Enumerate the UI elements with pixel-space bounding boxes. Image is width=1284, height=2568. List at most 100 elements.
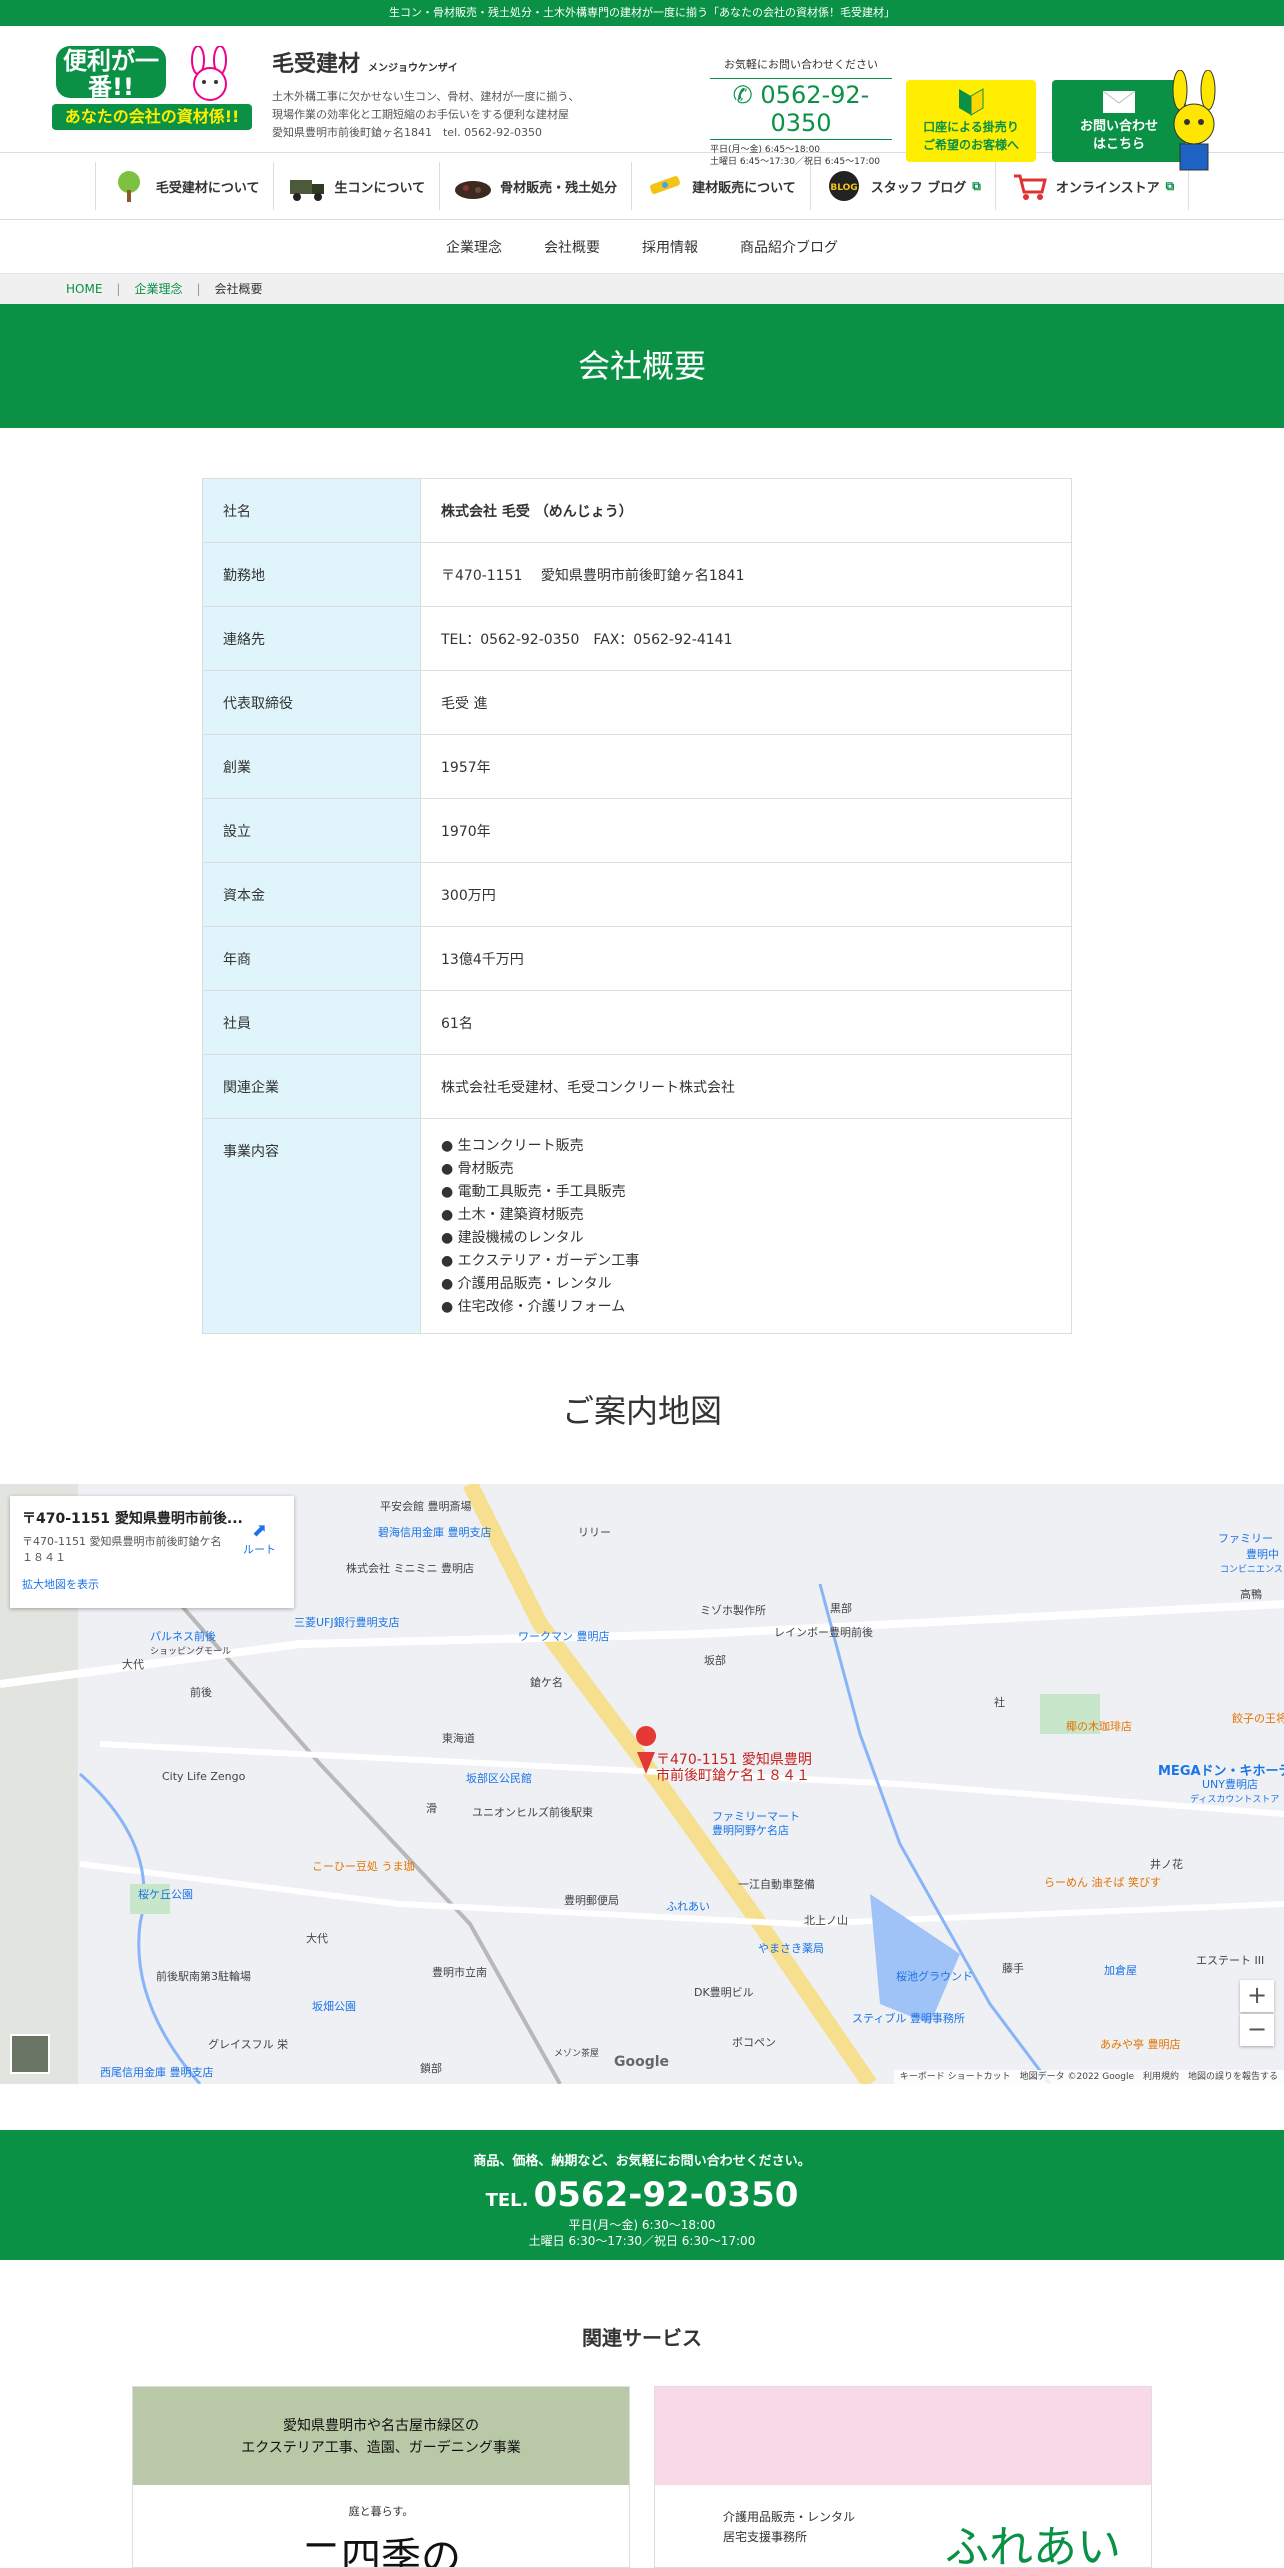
map-enlarge-link[interactable]: 拡大地図を表示 [22, 1576, 282, 1592]
card1-banner-line1: 愛知県豊明市や名古屋市緑区の [283, 2418, 479, 2434]
map-label: あみや亭 豊明店 [1100, 2038, 1181, 2051]
header-hours-1: 平日(月〜金) 6:45〜18:00 [710, 145, 821, 155]
table-row: 年商 13億4千万円 [202, 926, 1072, 991]
company-info-table: 社名 株式会社 毛受 （めんじょう） 勤務地 〒470-1151 愛知県豊明市前後町… [202, 478, 1072, 1334]
row-value: 毛受 進 [420, 670, 1072, 735]
map-label: ショッピングモール [150, 1647, 232, 1657]
gravel-icon [455, 181, 492, 199]
row-value: 1970年 [420, 798, 1072, 863]
table-row: 社名 株式会社 毛受 （めんじょう） [202, 478, 1072, 543]
nav-about[interactable]: 毛受建材について [94, 162, 275, 210]
nav-staff-blog[interactable]: BLOG スタッフ ブログ ⧉ [811, 162, 996, 210]
breadcrumb-home[interactable]: HOME [66, 282, 102, 296]
map-label: 北上ノ山 [804, 1914, 848, 1927]
row-value: 株式会社毛受建材、毛受コンクリート株式会社 [420, 1054, 1072, 1119]
row-label: 社員 [202, 990, 421, 1055]
map-attribution[interactable]: キーボード ショートカット 地図データ ©2022 Google 利用規約 地図… [893, 2070, 1284, 2084]
map-label: 鎗ケ名 [530, 1676, 563, 1689]
nav-aggregate[interactable]: 骨材販売・残土処分 [440, 162, 633, 210]
business-list: ● 生コンクリート販売 ● 骨材販売 ● 電動工具販売・手工具販売 ● 土木・建… [420, 1118, 1072, 1334]
nav-staff-blog-label: スタッフ ブログ [870, 180, 967, 196]
map-label: レインボー豊明前後 [774, 1626, 873, 1639]
header-hours-2: 土曜日 6:45〜17:30／祝日 6:45〜17:00 [710, 157, 881, 167]
svg-text:BLOG: BLOG [830, 183, 857, 193]
map-label: 前後 [190, 1686, 212, 1699]
logo-line1: 便利が一番!! [56, 46, 166, 100]
card1-banner-line2: エクステリア工事、造園、ガーデニング事業 [241, 2440, 521, 2456]
breadcrumb-parent[interactable]: 企業理念 [134, 282, 182, 296]
breadcrumb-separator: | [116, 282, 121, 296]
nav-ready-mix[interactable]: 生コンについて [274, 162, 441, 210]
account-sales-button[interactable]: 口座による掛売り ご希望のお客様へ [906, 80, 1036, 162]
brand-desc-2: 現場作業の効率化と工期短縮のお手伝いをする便利な建材屋 [272, 108, 569, 121]
header-contact: お気軽にお問い合わせください ✆ 0562-92-0350 平日(月〜金) 6:… [710, 56, 892, 168]
subnav-company-profile[interactable]: 会社概要 [544, 237, 600, 257]
table-row: 勤務地 〒470-1151 愛知県豊明市前後町鎗ヶ名1841 [202, 542, 1072, 607]
sub-navigation: 企業理念 会社概要 採用情報 商品紹介ブログ [0, 220, 1284, 274]
map-label: 坂部区公民館 [466, 1772, 532, 1785]
rabbit-character-icon [1172, 70, 1216, 171]
cta-tel-prefix: TEL. [485, 2190, 529, 2211]
cta-tel[interactable]: TEL. 0562-92-0350 [0, 2175, 1284, 2215]
nav-ready-mix-label: 生コンについて [334, 180, 426, 196]
contact-caption: お気軽にお問い合わせください [724, 58, 878, 71]
beginner-mark-icon [959, 88, 984, 116]
map-label: ふれあい [666, 1900, 710, 1913]
row-value: 13億4千万円 [420, 926, 1072, 991]
map-label: 株式会社 ミニミニ 豊明店 [346, 1562, 474, 1575]
map-label: 大代 [306, 1932, 328, 1945]
map-label: スティブル 豊明事務所 [852, 2012, 965, 2025]
phone-icon: ✆ [732, 81, 753, 109]
google-map[interactable]: 〒470-1151 愛知県豊明市前後... 〒470-1151 愛知県豊明市前後… [0, 1484, 1284, 2084]
map-satellite-toggle[interactable] [10, 2034, 50, 2074]
map-label: DK豊明ビル [694, 1986, 754, 1999]
map-route-button[interactable]: ⬈ ルート [243, 1520, 276, 1557]
site-logo[interactable]: 便利が一番!! あなたの会社の資材係!! [52, 46, 252, 158]
cta-line: 商品、価格、納期など、お気軽にお問い合わせください。 [473, 2154, 811, 2169]
google-logo: Google [614, 2054, 670, 2070]
map-label: ワークマン 豊明店 [518, 1630, 610, 1643]
subnav-recruit[interactable]: 採用情報 [642, 237, 698, 257]
row-value: 株式会社 毛受 （めんじょう） [420, 478, 1072, 543]
subnav-product-blog[interactable]: 商品紹介ブログ [740, 237, 838, 257]
map-label: コンビニエンス [1220, 1565, 1283, 1575]
map-label: 井ノ花 [1150, 1858, 1183, 1871]
subnav-philosophy[interactable]: 企業理念 [446, 237, 502, 257]
row-value: 300万円 [420, 862, 1072, 927]
related-card-exterior[interactable]: 愛知県豊明市や名古屋市緑区の エクステリア工事、造園、ガーデニング事業 庭と暮ら… [132, 2386, 630, 2568]
cart-icon [1013, 174, 1047, 200]
map-label: 大代 [122, 1658, 144, 1671]
list-item: ● 土木・建築資材販売 [441, 1207, 584, 1223]
nav-materials[interactable]: 建材販売について [632, 162, 811, 210]
map-label: 滑 [426, 1802, 437, 1815]
brand-desc-3: 愛知県豊明市前後町鎗ヶ名1841 tel. 0562-92-0350 [272, 126, 543, 139]
list-item: ● 介護用品販売・レンタル [441, 1276, 612, 1292]
map-label: 藤手 [1002, 1962, 1024, 1975]
map-zoom-in-button[interactable]: + [1240, 1980, 1274, 2012]
row-label: 関連企業 [202, 1054, 421, 1119]
map-label: 豊明中 [1246, 1548, 1279, 1561]
map-label: 一江自動車整備 [738, 1878, 815, 1891]
map-label: 三菱UFJ銀行豊明支店 [294, 1616, 400, 1629]
mixer-truck-icon [290, 180, 325, 201]
list-item: ● 建設機械のレンタル [441, 1230, 584, 1246]
map-label: 東海道 [442, 1732, 475, 1745]
table-row: 代表取締役 毛受 進 [202, 670, 1072, 735]
row-label: 事業内容 [202, 1118, 421, 1334]
table-row: 社員 61名 [202, 990, 1072, 1055]
table-row: 連絡先 TEL：0562-92-0350 FAX：0562-92-4141 [202, 606, 1072, 671]
header-tel[interactable]: ✆ 0562-92-0350 [710, 78, 892, 140]
table-row: 関連企業 株式会社毛受建材、毛受コンクリート株式会社 [202, 1054, 1072, 1119]
map-label: エステート III [1196, 1954, 1265, 1967]
cta-hours-1: 平日(月〜金) 6:30〜18:00 [568, 2218, 716, 2232]
related-card-care[interactable]: 介護用品販売・レンタル 居宅支援事務所 ふれあい [654, 2386, 1152, 2568]
map-zoom-out-button[interactable]: − [1240, 2014, 1274, 2046]
nav-materials-label: 建材販売について [692, 180, 796, 196]
cta-hours-2: 土曜日 6:30〜17:30／祝日 6:30〜17:00 [528, 2234, 756, 2248]
pin-label-line2: 市前後町鎗ケ名１８４１ [656, 1768, 810, 1784]
map-label: 西尾信用金庫 豊明支店 [100, 2066, 214, 2079]
list-item: ● エクステリア・ガーデン工事 [441, 1253, 640, 1269]
list-item: ● 生コンクリート販売 [441, 1138, 584, 1154]
breadcrumb-current: 会社概要 [214, 282, 263, 296]
map-label: 豊明郵便局 [564, 1894, 619, 1907]
